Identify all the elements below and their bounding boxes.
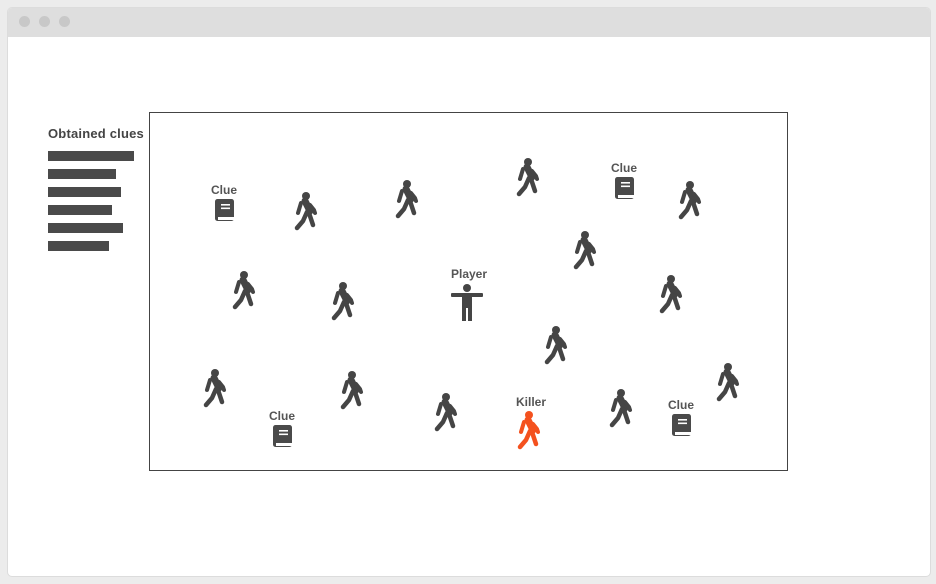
walking-person-icon[interactable] <box>603 388 635 436</box>
walking-person-icon[interactable] <box>197 368 229 416</box>
walking-person-icon[interactable] <box>226 270 258 318</box>
minimize-button[interactable] <box>39 16 50 27</box>
obtained-clues-panel: Obtained clues <box>48 126 158 259</box>
clue-label: Clue <box>610 161 638 175</box>
walking-person-icon[interactable] <box>510 157 542 205</box>
obtained-clue-bar <box>48 187 121 197</box>
walking-person-icon[interactable] <box>288 191 320 239</box>
standing-person-icon[interactable] <box>451 283 483 331</box>
title-bar <box>8 8 930 37</box>
close-button[interactable] <box>19 16 30 27</box>
clue-label: Clue <box>210 183 238 197</box>
walking-person-icon[interactable] <box>428 392 460 440</box>
player-label: Player <box>450 267 488 281</box>
book-icon[interactable] <box>670 413 692 439</box>
clue-label: Clue <box>667 398 695 412</box>
obtained-clues-title: Obtained clues <box>48 126 144 141</box>
obtained-clue-bar <box>48 223 123 233</box>
maximize-button[interactable] <box>59 16 70 27</box>
killer-walking-person-icon[interactable] <box>511 410 543 458</box>
walking-person-icon[interactable] <box>710 362 742 410</box>
obtained-clue-bar <box>48 151 134 161</box>
book-icon[interactable] <box>213 198 235 224</box>
killer-label: Killer <box>515 395 547 409</box>
obtained-clue-bar <box>48 205 112 215</box>
walking-person-icon[interactable] <box>567 230 599 278</box>
game-field[interactable]: Killer Player Clue Clue Clue Clue <box>149 112 788 471</box>
walking-person-icon[interactable] <box>334 370 366 418</box>
walking-person-icon[interactable] <box>653 274 685 322</box>
clue-label: Clue <box>268 409 296 423</box>
game-window: Obtained clues Killer Player Clue Clue C… <box>8 8 930 576</box>
obtained-clue-bar <box>48 169 116 179</box>
walking-person-icon[interactable] <box>672 180 704 228</box>
walking-person-icon[interactable] <box>325 281 357 329</box>
walking-person-icon[interactable] <box>538 325 570 373</box>
book-icon[interactable] <box>271 424 293 450</box>
book-icon[interactable] <box>613 176 635 202</box>
walking-person-icon[interactable] <box>389 179 421 227</box>
obtained-clue-bar <box>48 241 109 251</box>
